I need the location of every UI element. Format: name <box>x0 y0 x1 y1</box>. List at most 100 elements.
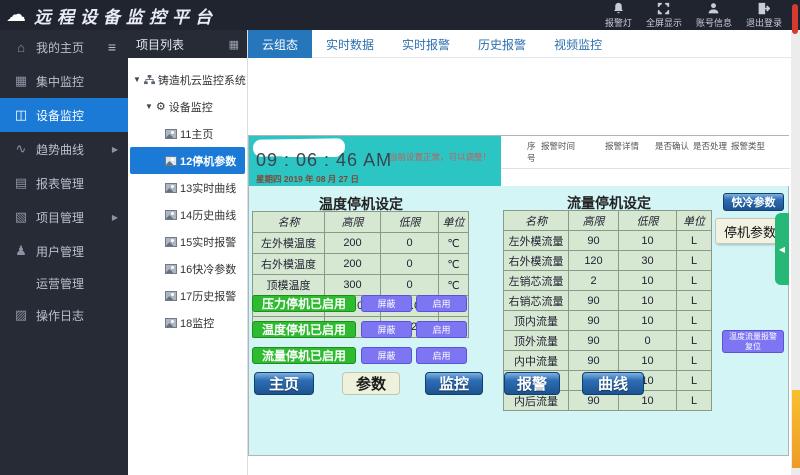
tree-leaf-18[interactable]: 18监控 <box>128 309 247 336</box>
table-cell: L <box>677 291 712 311</box>
table-row: 右销芯流量9010L <box>504 291 712 311</box>
table-row: 右外模流量12030L <box>504 251 712 271</box>
panel-collapse-handle[interactable]: ◀ <box>775 213 789 285</box>
table-cell: 300 <box>325 275 381 296</box>
tab-history-alarm[interactable]: 历史报警 <box>464 30 540 58</box>
nav-alarm-button[interactable]: 报警 <box>504 372 560 395</box>
sidebar-item-report[interactable]: ▤ 报表管理 <box>0 166 128 200</box>
picture-icon <box>165 129 177 139</box>
device-monitor-icon: ◫ <box>12 107 30 123</box>
tree-leaf-11[interactable]: 11主页 <box>128 120 247 147</box>
tree-leaf-17[interactable]: 17历史报警 <box>128 282 247 309</box>
sidebar-item-oplog[interactable]: ▨ 操作日志 <box>0 298 128 332</box>
temp-flow-alarm-reset-button[interactable]: 温度流量报警 复位 <box>722 330 784 353</box>
pressure-shutdown-status[interactable]: 压力停机已启用 <box>252 295 356 312</box>
tree-leaf-16[interactable]: 16快冷参数 <box>128 255 247 282</box>
nav-monitor-button[interactable]: 监控 <box>425 372 483 395</box>
sidebar-item-central-monitor[interactable]: ▦ 集中监控 <box>0 64 128 98</box>
table-cell: L <box>677 271 712 291</box>
table-cell: L <box>677 391 712 411</box>
table-cell: 10 <box>619 231 677 251</box>
chevron-down-icon[interactable]: ▼ <box>145 102 153 111</box>
table-cell: L <box>677 371 712 391</box>
tree-leaf-14[interactable]: 14历史曲线 <box>128 201 247 228</box>
tree-node-label: 13实时曲线 <box>180 180 236 196</box>
page-scrollbar[interactable] <box>791 0 800 475</box>
flow-shutdown-status[interactable]: 流量停机已启用 <box>252 347 356 364</box>
sitemap-icon <box>144 75 155 85</box>
tree-leaf-15[interactable]: 15实时报警 <box>128 228 247 255</box>
sidebar-item-label: 设备监控 <box>36 107 84 124</box>
table-row: 左销芯流量210L <box>504 271 712 291</box>
status-message: 当前设置正常，可以调整！ <box>389 151 491 163</box>
table-row: 左外模流量9010L <box>504 231 712 251</box>
table-cell: L <box>677 231 712 251</box>
sidebar-item-device-monitor[interactable]: ◫ 设备监控 <box>0 98 128 132</box>
sidebar-item-users[interactable]: ♟ 用户管理 <box>0 234 128 268</box>
logout-icon <box>757 2 770 15</box>
header-actions: 报警灯 全屏显示 账号信息 退出登录 <box>605 2 800 29</box>
tree-leaf-12-active[interactable]: 12停机参数 <box>130 147 245 174</box>
alarm-table: 序号 报警时间 报警详情 是否确认 是否处理 报警类型 <box>501 136 790 186</box>
table-cell: 200 <box>325 254 381 275</box>
nav-params-button[interactable]: 参数 <box>342 372 400 395</box>
tree-node-label: 11主页 <box>180 126 213 142</box>
picture-icon <box>165 264 177 274</box>
temp-enable-button[interactable]: 启用 <box>416 321 467 338</box>
tree-leaf-13[interactable]: 13实时曲线 <box>128 174 247 201</box>
main-content: 云组态 实时数据 实时报警 历史报警 视频监控 09 : 06 : 46 AM … <box>248 30 800 475</box>
nav-home-button[interactable]: 主页 <box>254 372 314 395</box>
list-icon[interactable]: ▦ <box>229 38 239 51</box>
clock-panel: 09 : 06 : 46 AM 星期四 2019 年 08 月 27 日 当前设… <box>249 136 501 186</box>
tree-node-label: 17历史报警 <box>180 288 236 304</box>
table-cell: L <box>677 351 712 371</box>
alarm-lamp-button[interactable]: 报警灯 <box>605 2 632 29</box>
tree-node-root[interactable]: ▼ 铸造机云监控系统 <box>128 66 247 93</box>
chevron-right-icon: ▶ <box>112 213 118 222</box>
nav-curve-button[interactable]: 曲线 <box>582 372 644 395</box>
tab-realtime-data[interactable]: 实时数据 <box>312 30 388 58</box>
picture-icon <box>165 237 177 247</box>
tree-node-label: 16快冷参数 <box>180 261 236 277</box>
flow-enable-button[interactable]: 启用 <box>416 347 467 364</box>
table-row: 左外模温度2000℃ <box>253 233 469 254</box>
temp-mask-button[interactable]: 屏蔽 <box>361 321 412 338</box>
logout-button[interactable]: 退出登录 <box>746 2 782 29</box>
sidebar-item-trend-curve[interactable]: ∿ 趋势曲线 ▶ <box>0 132 128 166</box>
pressure-enable-button[interactable]: 启用 <box>416 295 467 312</box>
scrollbar-thumb-red[interactable] <box>792 4 798 34</box>
tree-node-label: 12停机参数 <box>180 153 236 169</box>
tree-node-label: 铸造机云监控系统 <box>158 72 246 88</box>
alarm-col-detail: 报警详情 <box>605 140 651 164</box>
tab-realtime-alarm[interactable]: 实时报警 <box>388 30 464 58</box>
project-icon: ▧ <box>12 209 30 225</box>
sidebar-item-label: 操作日志 <box>36 307 84 324</box>
sidebar-item-home[interactable]: ⌂ 我的主页 ≡ <box>0 30 128 64</box>
hamburger-icon[interactable]: ≡ <box>108 39 116 55</box>
pressure-mask-button[interactable]: 屏蔽 <box>361 295 412 312</box>
sidebar-item-operations[interactable]: 运营管理 <box>0 268 128 298</box>
main-sidebar: ⌂ 我的主页 ≡ ▦ 集中监控 ◫ 设备监控 ∿ 趋势曲线 ▶ ▤ 报表管理 ▧… <box>0 30 128 475</box>
table-cell: 左外模流量 <box>504 231 569 251</box>
flow-mask-button[interactable]: 屏蔽 <box>361 347 412 364</box>
log-icon: ▨ <box>12 307 30 323</box>
scada-screen: 09 : 06 : 46 AM 星期四 2019 年 08 月 27 日 当前设… <box>248 135 789 456</box>
tree-node-group[interactable]: ▼ ⚙ 设备监控 <box>128 93 247 120</box>
table-cell: 0 <box>381 233 439 254</box>
fullscreen-button[interactable]: 全屏显示 <box>646 2 682 29</box>
project-list-header: 项目列表 ▦ <box>128 30 247 58</box>
chevron-down-icon[interactable]: ▼ <box>133 75 141 84</box>
tab-video-monitor[interactable]: 视频监控 <box>540 30 616 58</box>
table-cell: ℃ <box>439 275 469 296</box>
table-cell: 10 <box>619 271 677 291</box>
account-info-button[interactable]: 账号信息 <box>696 2 732 29</box>
sidebar-item-label: 项目管理 <box>36 209 84 226</box>
temp-shutdown-status[interactable]: 温度停机已启用 <box>252 321 356 338</box>
table-cell: 顶外流量 <box>504 331 569 351</box>
table-cell: 90 <box>569 351 619 371</box>
quick-cool-params-button[interactable]: 快冷参数 <box>723 193 784 211</box>
sidebar-item-label: 报表管理 <box>36 175 84 192</box>
project-tree: ▼ 铸造机云监控系统 ▼ ⚙ 设备监控 11主页 12停机参数 <box>128 58 247 336</box>
tab-cloud-config[interactable]: 云组态 <box>248 30 312 58</box>
sidebar-item-project[interactable]: ▧ 项目管理 ▶ <box>0 200 128 234</box>
